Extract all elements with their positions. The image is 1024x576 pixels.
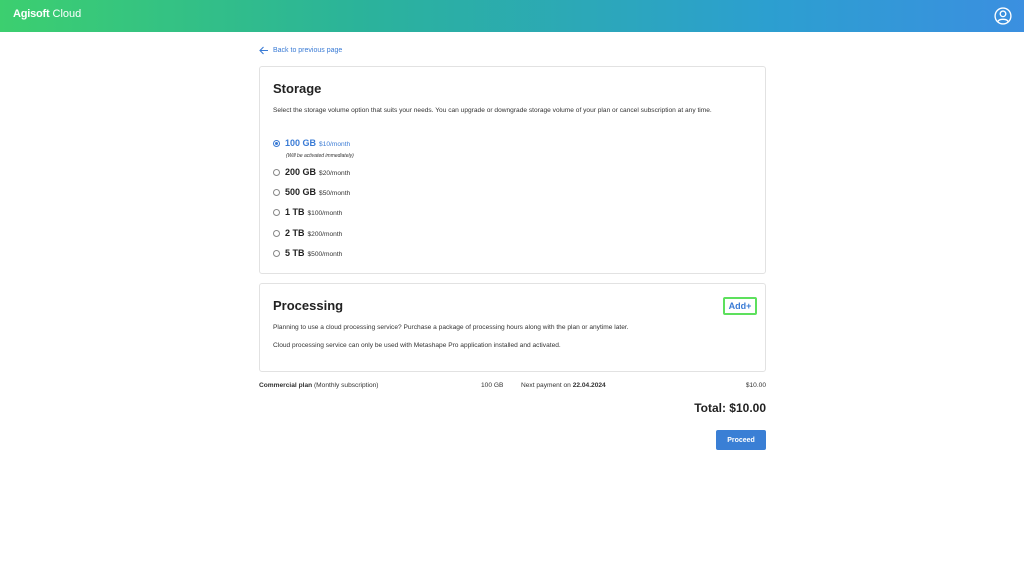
- back-link[interactable]: Back to previous page: [259, 46, 342, 55]
- brand-name: Agisoft: [13, 8, 50, 20]
- processing-card: Processing Add+ Planning to use a cloud …: [259, 283, 766, 372]
- user-circle-icon[interactable]: [994, 7, 1012, 25]
- processing-requirement-note: Cloud processing service can only be use…: [273, 342, 561, 349]
- option-size: 5 TB: [285, 248, 305, 258]
- storage-option-5tb[interactable]: 5 TB $500/month: [273, 248, 342, 258]
- option-size: 200 GB: [285, 167, 317, 177]
- option-size: 500 GB: [285, 187, 317, 197]
- plan-name: Commercial plan: [259, 382, 313, 389]
- radio-button[interactable]: [273, 209, 280, 216]
- total-amount: Total: $10.00: [694, 401, 766, 415]
- option-price: $20/month: [319, 170, 351, 177]
- storage-option-200gb[interactable]: 200 GB $20/month: [273, 167, 350, 177]
- add-processing-button[interactable]: Add+: [723, 297, 757, 315]
- option-price: $500/month: [307, 251, 343, 258]
- back-link-label: Back to previous page: [273, 47, 343, 54]
- proceed-button[interactable]: Proceed: [716, 430, 766, 450]
- radio-button[interactable]: [273, 250, 280, 257]
- option-price: $100/month: [307, 210, 343, 217]
- brand-logo[interactable]: Agisoft Cloud: [13, 8, 81, 20]
- radio-button[interactable]: [273, 230, 280, 237]
- storage-option-100gb[interactable]: 100 GB $10/month: [273, 138, 350, 148]
- summary-next-payment: Next payment on 22.04.2024: [521, 382, 606, 389]
- storage-title: Storage: [273, 81, 322, 96]
- next-payment-date: 22.04.2024: [572, 382, 606, 389]
- option-size: 1 TB: [285, 207, 305, 217]
- processing-description: Planning to use a cloud processing servi…: [273, 324, 629, 331]
- summary-plan: Commercial plan (Monthly subscription): [259, 382, 378, 389]
- summary-size: 100 GB: [481, 382, 504, 389]
- radio-button-selected[interactable]: [273, 140, 280, 147]
- storage-card: Storage Select the storage volume option…: [259, 66, 766, 274]
- storage-description: Select the storage volume option that su…: [273, 107, 712, 114]
- radio-button[interactable]: [273, 189, 280, 196]
- summary-price: $10.00: [745, 382, 766, 389]
- top-bar: Agisoft Cloud: [0, 0, 1024, 32]
- option-size: 2 TB: [285, 228, 305, 238]
- option-price: $200/month: [307, 231, 343, 238]
- storage-option-2tb[interactable]: 2 TB $200/month: [273, 228, 342, 238]
- next-payment-label: Next payment on: [521, 382, 571, 389]
- option-price: $10/month: [319, 141, 351, 148]
- plan-billing: (Monthly subscription): [313, 382, 379, 389]
- activation-note: (Will be activated immediately): [286, 153, 354, 159]
- arrow-left-icon: [259, 46, 268, 55]
- option-price: $50/month: [319, 190, 351, 197]
- option-size: 100 GB: [285, 138, 317, 148]
- storage-option-1tb[interactable]: 1 TB $100/month: [273, 207, 342, 217]
- processing-title: Processing: [273, 298, 344, 313]
- brand-product: Cloud: [52, 8, 82, 20]
- storage-option-500gb[interactable]: 500 GB $50/month: [273, 187, 350, 197]
- radio-button[interactable]: [273, 169, 280, 176]
